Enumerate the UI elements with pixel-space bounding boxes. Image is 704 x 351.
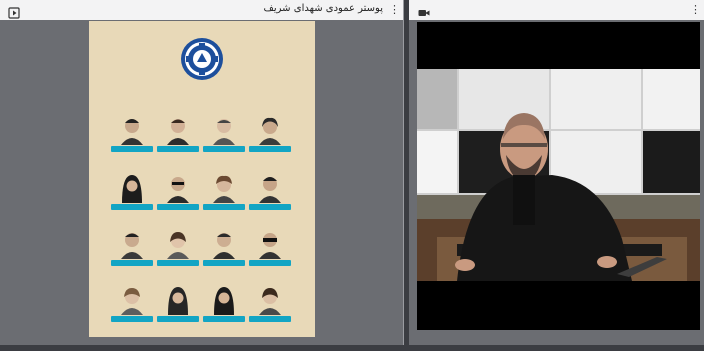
presentation-title: پوستر عمودی شهدای شریف: [263, 3, 383, 14]
poster-image: [89, 21, 315, 337]
poster-portrait: [247, 173, 293, 223]
poster-portrait: [155, 115, 201, 165]
kebab-menu-icon[interactable]: ⋮: [690, 3, 701, 17]
presentation-play-icon[interactable]: [8, 4, 20, 19]
webcam-panel: ⋮: [409, 0, 704, 345]
poster-portrait: [155, 173, 201, 223]
poster-portrait: [109, 285, 155, 335]
webcam-panel-header: ⋮: [409, 0, 704, 20]
kebab-menu-icon[interactable]: ⋮: [389, 3, 400, 17]
presentation-panel: پوستر عمودی شهدای شریف ⋮: [0, 0, 404, 345]
poster-portrait: [155, 285, 201, 335]
presentation-panel-header: پوستر عمودی شهدای شریف ⋮: [0, 0, 403, 20]
video-camera-icon[interactable]: [418, 4, 430, 16]
poster-portrait: [109, 115, 155, 165]
poster-portrait: [109, 173, 155, 223]
university-gear-logo: [181, 38, 223, 80]
poster-portrait: [247, 115, 293, 165]
poster-portrait: [201, 173, 247, 223]
poster-portrait: [201, 229, 247, 279]
webcam-video: [417, 22, 700, 330]
poster-portrait: [247, 229, 293, 279]
poster-portrait: [201, 285, 247, 335]
poster-portrait: [109, 229, 155, 279]
poster-portrait: [247, 285, 293, 335]
poster-portrait: [201, 115, 247, 165]
webcam-stage: [409, 20, 704, 345]
poster-portrait: [155, 229, 201, 279]
webcam-frame: [417, 69, 700, 281]
presentation-stage: [0, 20, 403, 345]
